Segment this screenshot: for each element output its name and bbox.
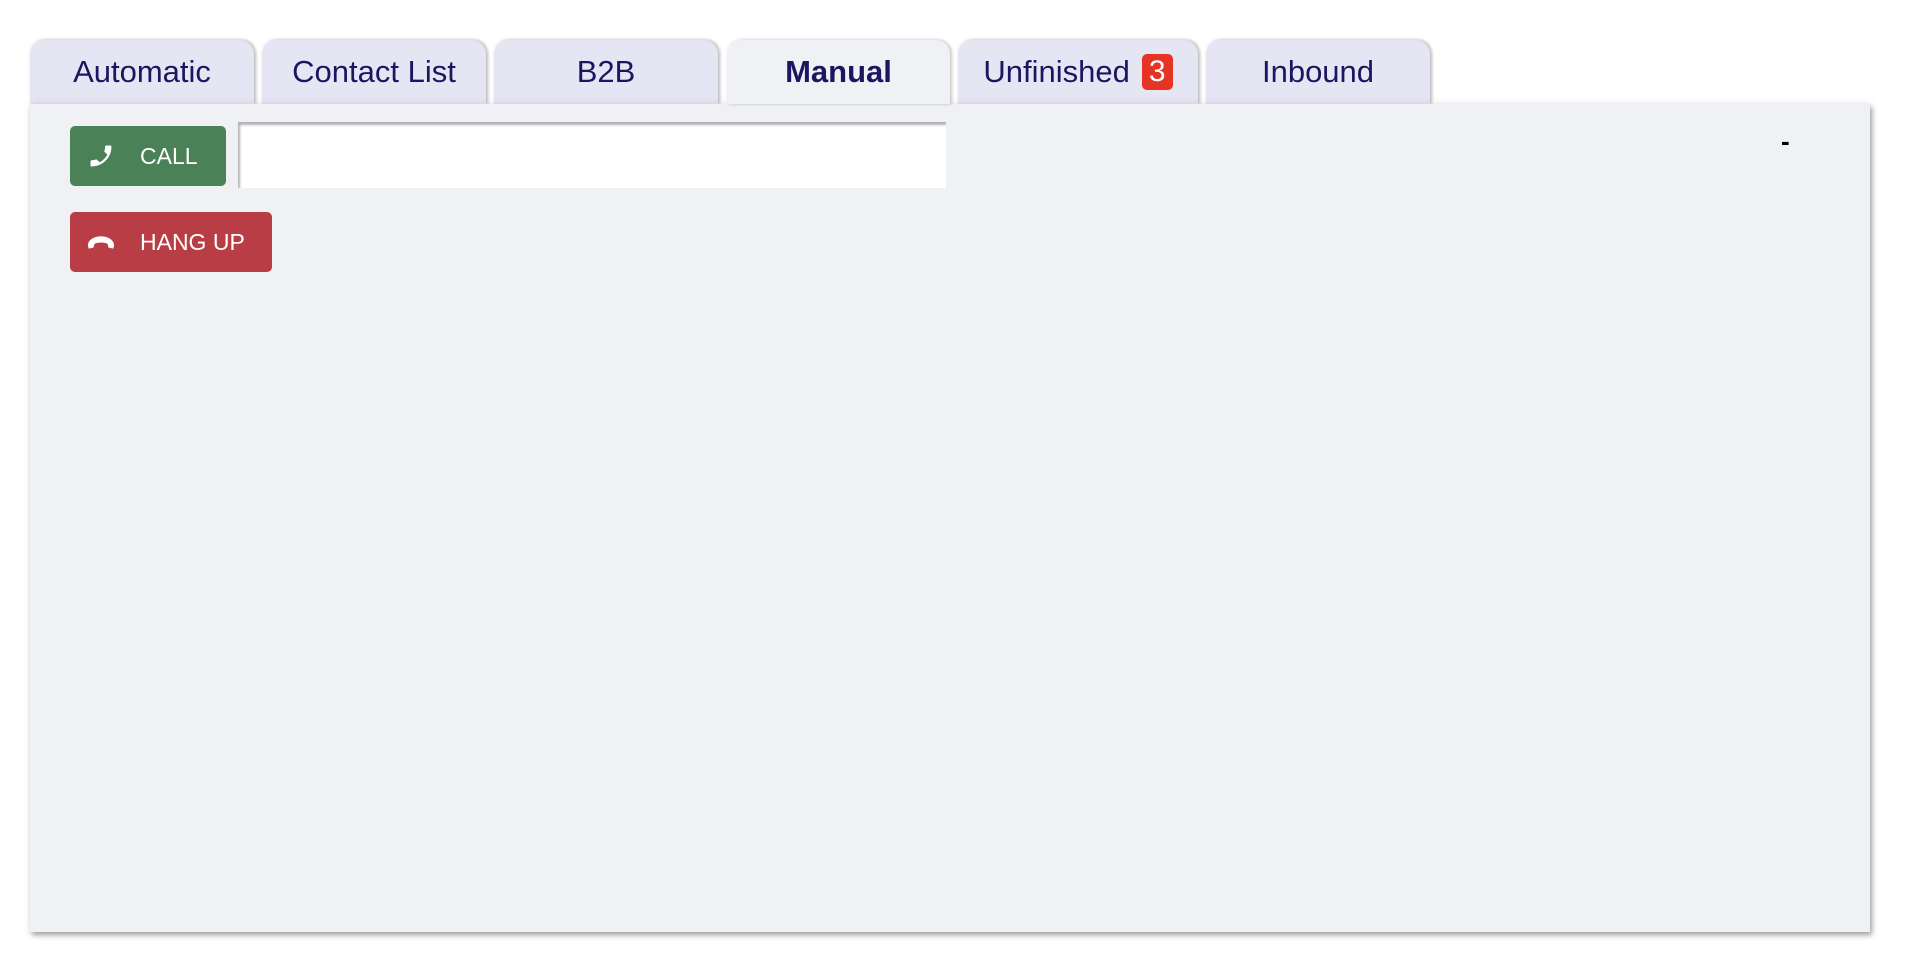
tab-label: B2B <box>576 54 636 89</box>
unfinished-count-badge: 3 <box>1141 54 1173 90</box>
hang-up-label: HANG UP <box>140 228 245 255</box>
manual-panel: CALL HANG UP - <box>30 104 1870 932</box>
tab-label: Contact List <box>292 54 456 89</box>
tab-inbound[interactable]: Inbound <box>1206 40 1430 104</box>
tab-b2b[interactable]: B2B <box>494 40 718 104</box>
call-status-text: - <box>1781 126 1790 156</box>
phone-icon <box>86 141 116 171</box>
tab-label: Inbound <box>1261 54 1375 89</box>
call-button[interactable]: CALL <box>70 126 226 186</box>
phone-hangup-icon <box>86 227 116 257</box>
tab-label: Automatic <box>73 54 211 89</box>
tab-manual[interactable]: Manual <box>727 40 950 104</box>
tab-contact-list[interactable]: Contact List <box>262 40 486 104</box>
tab-automatic[interactable]: Automatic <box>30 40 254 104</box>
phone-number-input[interactable] <box>238 122 946 188</box>
tab-label: Manual <box>785 54 892 89</box>
tab-unfinished[interactable]: Unfinished 3 <box>958 40 1198 104</box>
hang-up-button[interactable]: HANG UP <box>70 212 272 272</box>
call-label: CALL <box>140 142 198 169</box>
tab-label: Unfinished <box>983 54 1130 89</box>
